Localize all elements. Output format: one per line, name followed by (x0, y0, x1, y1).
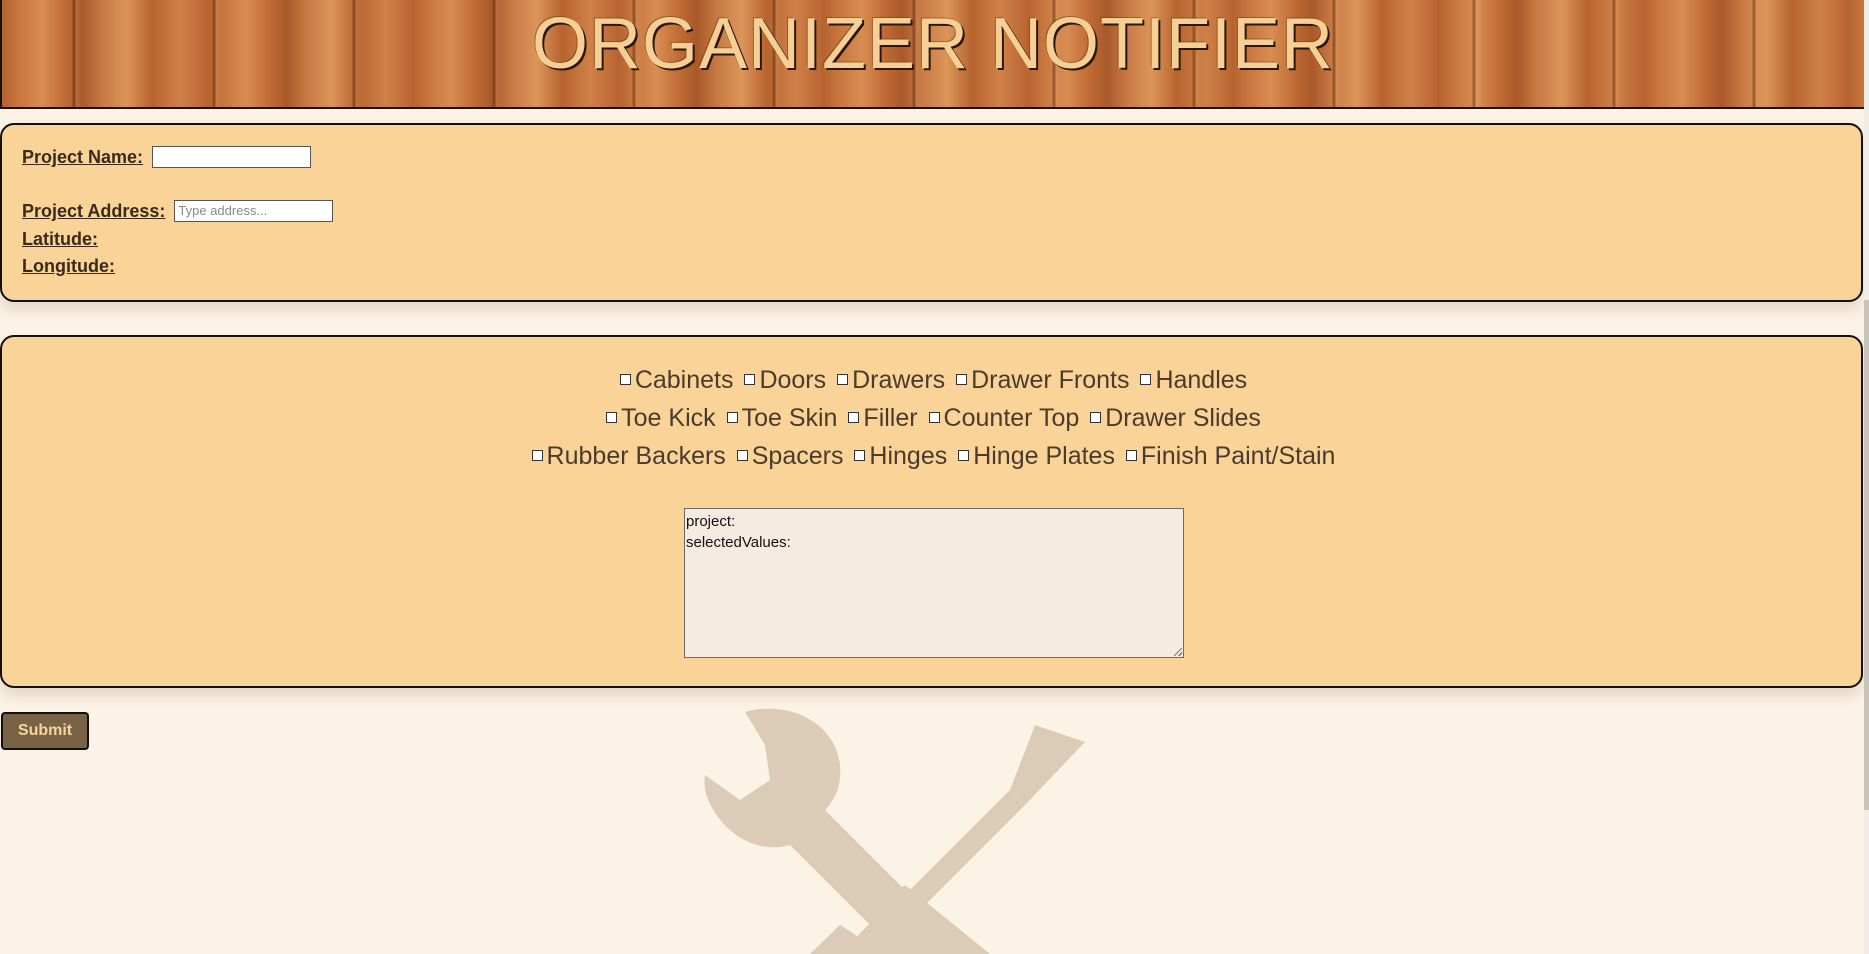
material-option-label: Finish Paint/Stain (1140, 442, 1336, 470)
wrench-screwdriver-icon (690, 700, 1110, 954)
checkbox[interactable] (1140, 373, 1152, 385)
material-option-label: Drawers (852, 366, 946, 394)
output-selected-values-line: selectedValues: (686, 534, 791, 551)
checkbox[interactable] (1125, 449, 1137, 461)
resize-grip-icon[interactable] (1174, 648, 1182, 656)
material-option-doors[interactable]: Doors (740, 361, 826, 399)
material-option-counter-top[interactable]: Counter Top (925, 399, 1080, 437)
material-option-cabinets[interactable]: Cabinets (616, 361, 734, 399)
material-option-label: Handles (1155, 366, 1248, 394)
header-banner: ORGANIZER NOTIFIER (0, 0, 1864, 109)
page-scrollbar[interactable] (1864, 0, 1869, 954)
latitude-label: Latitude: (22, 229, 98, 249)
material-option-toe-skin[interactable]: Toe Skin (723, 399, 838, 437)
material-option-label: Drawer Slides (1105, 404, 1261, 432)
page-title: ORGANIZER NOTIFIER (531, 4, 1335, 84)
material-option-spacers[interactable]: Spacers (733, 437, 844, 475)
checkbox[interactable] (736, 449, 748, 461)
material-option-label: Toe Skin (741, 404, 838, 432)
project-address-input[interactable] (174, 199, 334, 222)
checkbox[interactable] (531, 449, 543, 461)
material-option-label: Rubber Backers (546, 442, 726, 470)
material-option-drawers[interactable]: Drawers (833, 361, 945, 399)
material-option-drawer-fronts[interactable]: Drawer Fronts (952, 361, 1129, 399)
material-option-rubber-backers[interactable]: Rubber Backers (528, 437, 726, 475)
material-option-label: Toe Kick (621, 404, 716, 432)
material-option-handles[interactable]: Handles (1136, 361, 1247, 399)
submit-button[interactable]: Submit (1, 712, 89, 750)
material-option-label: Hinge Plates (973, 442, 1115, 470)
checkbox[interactable] (606, 411, 618, 423)
checkbox[interactable] (837, 373, 849, 385)
material-option-label: Counter Top (943, 404, 1080, 432)
checkbox[interactable] (928, 411, 940, 423)
checkbox[interactable] (726, 411, 738, 423)
output-textarea[interactable]: project: selectedValues: (684, 508, 1184, 658)
checkbox[interactable] (619, 373, 631, 385)
materials-line: Toe Kick Toe Skin Filler Counter Top Dra… (2, 399, 1861, 437)
material-option-label: Hinges (869, 442, 948, 470)
material-option-filler[interactable]: Filler (844, 399, 918, 437)
materials-checkbox-group: Cabinets Doors Drawers Drawer Fronts Han… (2, 361, 1861, 475)
material-option-label: Doors (759, 366, 827, 394)
materials-line: Cabinets Doors Drawers Drawer Fronts Han… (2, 361, 1861, 399)
longitude-label: Longitude: (22, 256, 115, 276)
material-option-label: Filler (863, 404, 918, 432)
project-name-input[interactable] (152, 145, 312, 168)
material-option-finish-paint-stain[interactable]: Finish Paint/Stain (1122, 437, 1336, 475)
project-address-row: Project Address: (22, 199, 334, 222)
checkbox[interactable] (854, 449, 866, 461)
project-address-label: Project Address: (22, 201, 166, 221)
material-option-label: Cabinets (634, 366, 734, 394)
checkbox[interactable] (1090, 411, 1102, 423)
material-option-label: Drawer Fronts (971, 366, 1130, 394)
latitude-row: Latitude: (22, 229, 98, 250)
scrollbar-thumb[interactable] (1864, 300, 1869, 810)
checkbox[interactable] (848, 411, 860, 423)
materials-line: Rubber Backers Spacers Hinges Hinge Plat… (2, 437, 1861, 475)
material-option-drawer-slides[interactable]: Drawer Slides (1086, 399, 1261, 437)
longitude-row: Longitude: (22, 256, 115, 277)
material-option-hinge-plates[interactable]: Hinge Plates (954, 437, 1115, 475)
project-name-label: Project Name: (22, 147, 144, 167)
checkbox[interactable] (956, 373, 968, 385)
material-option-hinges[interactable]: Hinges (850, 437, 947, 475)
project-info-panel: Project Name: Project Address: Latitude:… (0, 123, 1863, 302)
materials-panel: Cabinets Doors Drawers Drawer Fronts Han… (0, 335, 1863, 688)
checkbox[interactable] (958, 449, 970, 461)
output-project-line: project: (686, 513, 736, 530)
material-option-toe-kick[interactable]: Toe Kick (602, 399, 716, 437)
checkbox[interactable] (744, 373, 756, 385)
material-option-label: Spacers (751, 442, 844, 470)
project-name-row: Project Name: (22, 145, 312, 168)
